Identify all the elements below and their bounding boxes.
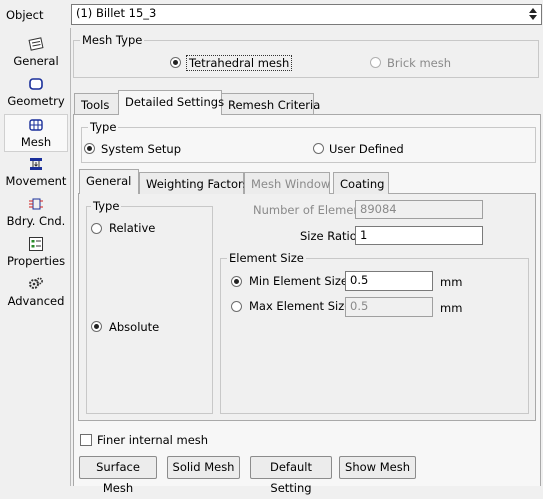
tab-tools[interactable]: Tools bbox=[74, 93, 120, 115]
nav-item-properties[interactable]: Properties bbox=[4, 234, 68, 272]
tab-detailed-settings[interactable]: Detailed Settings bbox=[118, 90, 225, 115]
tetrahedral-mesh-radio[interactable] bbox=[170, 57, 181, 68]
max-element-size-label[interactable]: Max Element Size bbox=[249, 299, 351, 313]
user-defined-radio[interactable] bbox=[313, 143, 324, 154]
brick-mesh-label[interactable]: Brick mesh bbox=[387, 56, 451, 70]
finer-internal-mesh-checkbox[interactable] bbox=[80, 434, 92, 446]
object-label: Object bbox=[6, 8, 44, 22]
tab-weighting-factors[interactable]: Weighting Factors bbox=[139, 172, 249, 194]
nav-label-mesh: Mesh bbox=[20, 135, 52, 149]
min-element-size-radio[interactable] bbox=[231, 276, 242, 287]
element-size-caption: Element Size bbox=[227, 251, 306, 265]
mesh-icon bbox=[29, 119, 43, 131]
nav-label-properties: Properties bbox=[6, 254, 66, 268]
tetrahedral-mesh-label[interactable]: Tetrahedral mesh bbox=[186, 55, 293, 71]
mesh-type-group: Mesh Type bbox=[73, 33, 539, 78]
finer-internal-mesh-label[interactable]: Finer internal mesh bbox=[97, 433, 208, 447]
max-element-size-input: 0.5 bbox=[345, 297, 433, 317]
tab-weighting-factors-label: Weighting Factors bbox=[146, 177, 249, 191]
nav-item-bdry-cnd[interactable]: Bdry. Cnd. bbox=[4, 194, 68, 232]
nav-item-geometry[interactable]: Geometry bbox=[4, 74, 68, 112]
general-icon bbox=[28, 37, 44, 51]
nav-label-geometry: Geometry bbox=[7, 94, 65, 108]
nav-label-movement: Movement bbox=[5, 174, 67, 188]
tab-mesh-window[interactable]: Mesh Window bbox=[244, 172, 330, 194]
spinner-arrows-icon[interactable] bbox=[527, 6, 539, 22]
default-setting-button[interactable]: Default Setting bbox=[250, 456, 332, 495]
nav-divider bbox=[70, 28, 71, 486]
solid-mesh-button[interactable]: Solid Mesh bbox=[167, 456, 240, 479]
system-setup-label[interactable]: System Setup bbox=[101, 142, 181, 156]
number-of-elements-field: 89084 bbox=[355, 200, 483, 219]
tab-remesh-criteria[interactable]: Remesh Criteria bbox=[221, 93, 320, 115]
max-element-size-unit: mm bbox=[440, 301, 463, 315]
type-group-caption: Type bbox=[88, 120, 119, 134]
tab-remesh-criteria-label: Remesh Criteria bbox=[228, 98, 321, 112]
min-element-size-unit: mm bbox=[440, 275, 463, 289]
movement-icon bbox=[30, 158, 42, 170]
absolute-radio[interactable] bbox=[91, 321, 102, 332]
nav-label-advanced: Advanced bbox=[7, 294, 65, 308]
object-select[interactable]: (1) Billet 15_3 bbox=[71, 4, 542, 25]
mesh-type-caption: Mesh Type bbox=[80, 33, 145, 47]
tab-mesh-window-label: Mesh Window bbox=[251, 177, 331, 191]
absolute-label[interactable]: Absolute bbox=[109, 320, 159, 334]
brick-mesh-radio[interactable] bbox=[370, 57, 381, 68]
size-ratio-input[interactable]: 1 bbox=[355, 226, 483, 245]
boundary-condition-icon bbox=[29, 198, 43, 210]
size-ratio-label: Size Ratio bbox=[300, 229, 357, 243]
size-type-group: Type bbox=[86, 199, 213, 414]
properties-icon bbox=[29, 237, 43, 251]
nav-item-movement[interactable]: Movement bbox=[4, 154, 68, 192]
surface-mesh-button[interactable]: Surface Mesh bbox=[79, 456, 157, 495]
nav-item-general[interactable]: General bbox=[4, 34, 68, 72]
tab-coating-label: Coating bbox=[340, 177, 385, 191]
show-mesh-button[interactable]: Show Mesh bbox=[339, 456, 416, 479]
system-setup-radio[interactable] bbox=[84, 143, 95, 154]
relative-radio[interactable] bbox=[91, 223, 102, 234]
min-element-size-input[interactable]: 0.5 bbox=[345, 271, 433, 291]
number-of-elements-label: Number of Elements bbox=[253, 203, 372, 217]
nav-item-mesh[interactable]: Mesh bbox=[4, 114, 68, 152]
tab-general-label: General bbox=[86, 174, 132, 188]
min-element-size-label[interactable]: Min Element Size bbox=[249, 274, 348, 288]
max-element-size-radio[interactable] bbox=[231, 301, 242, 312]
nav-label-bdry-cnd: Bdry. Cnd. bbox=[6, 214, 66, 228]
user-defined-label[interactable]: User Defined bbox=[329, 142, 404, 156]
tab-coating[interactable]: Coating bbox=[333, 172, 389, 194]
advanced-icon bbox=[29, 277, 43, 289]
geometry-icon bbox=[29, 78, 43, 90]
tab-tools-label: Tools bbox=[81, 98, 110, 112]
tab-detailed-settings-label: Detailed Settings bbox=[125, 95, 225, 109]
object-select-value: (1) Billet 15_3 bbox=[76, 6, 157, 20]
nav-item-advanced[interactable]: Advanced bbox=[4, 274, 68, 312]
left-nav: General Geometry Mesh Movement Bdry. Cnd… bbox=[0, 30, 71, 486]
size-type-caption: Type bbox=[91, 199, 122, 213]
relative-label[interactable]: Relative bbox=[109, 221, 155, 235]
tab-general[interactable]: General bbox=[79, 169, 139, 194]
nav-label-general: General bbox=[13, 54, 59, 68]
